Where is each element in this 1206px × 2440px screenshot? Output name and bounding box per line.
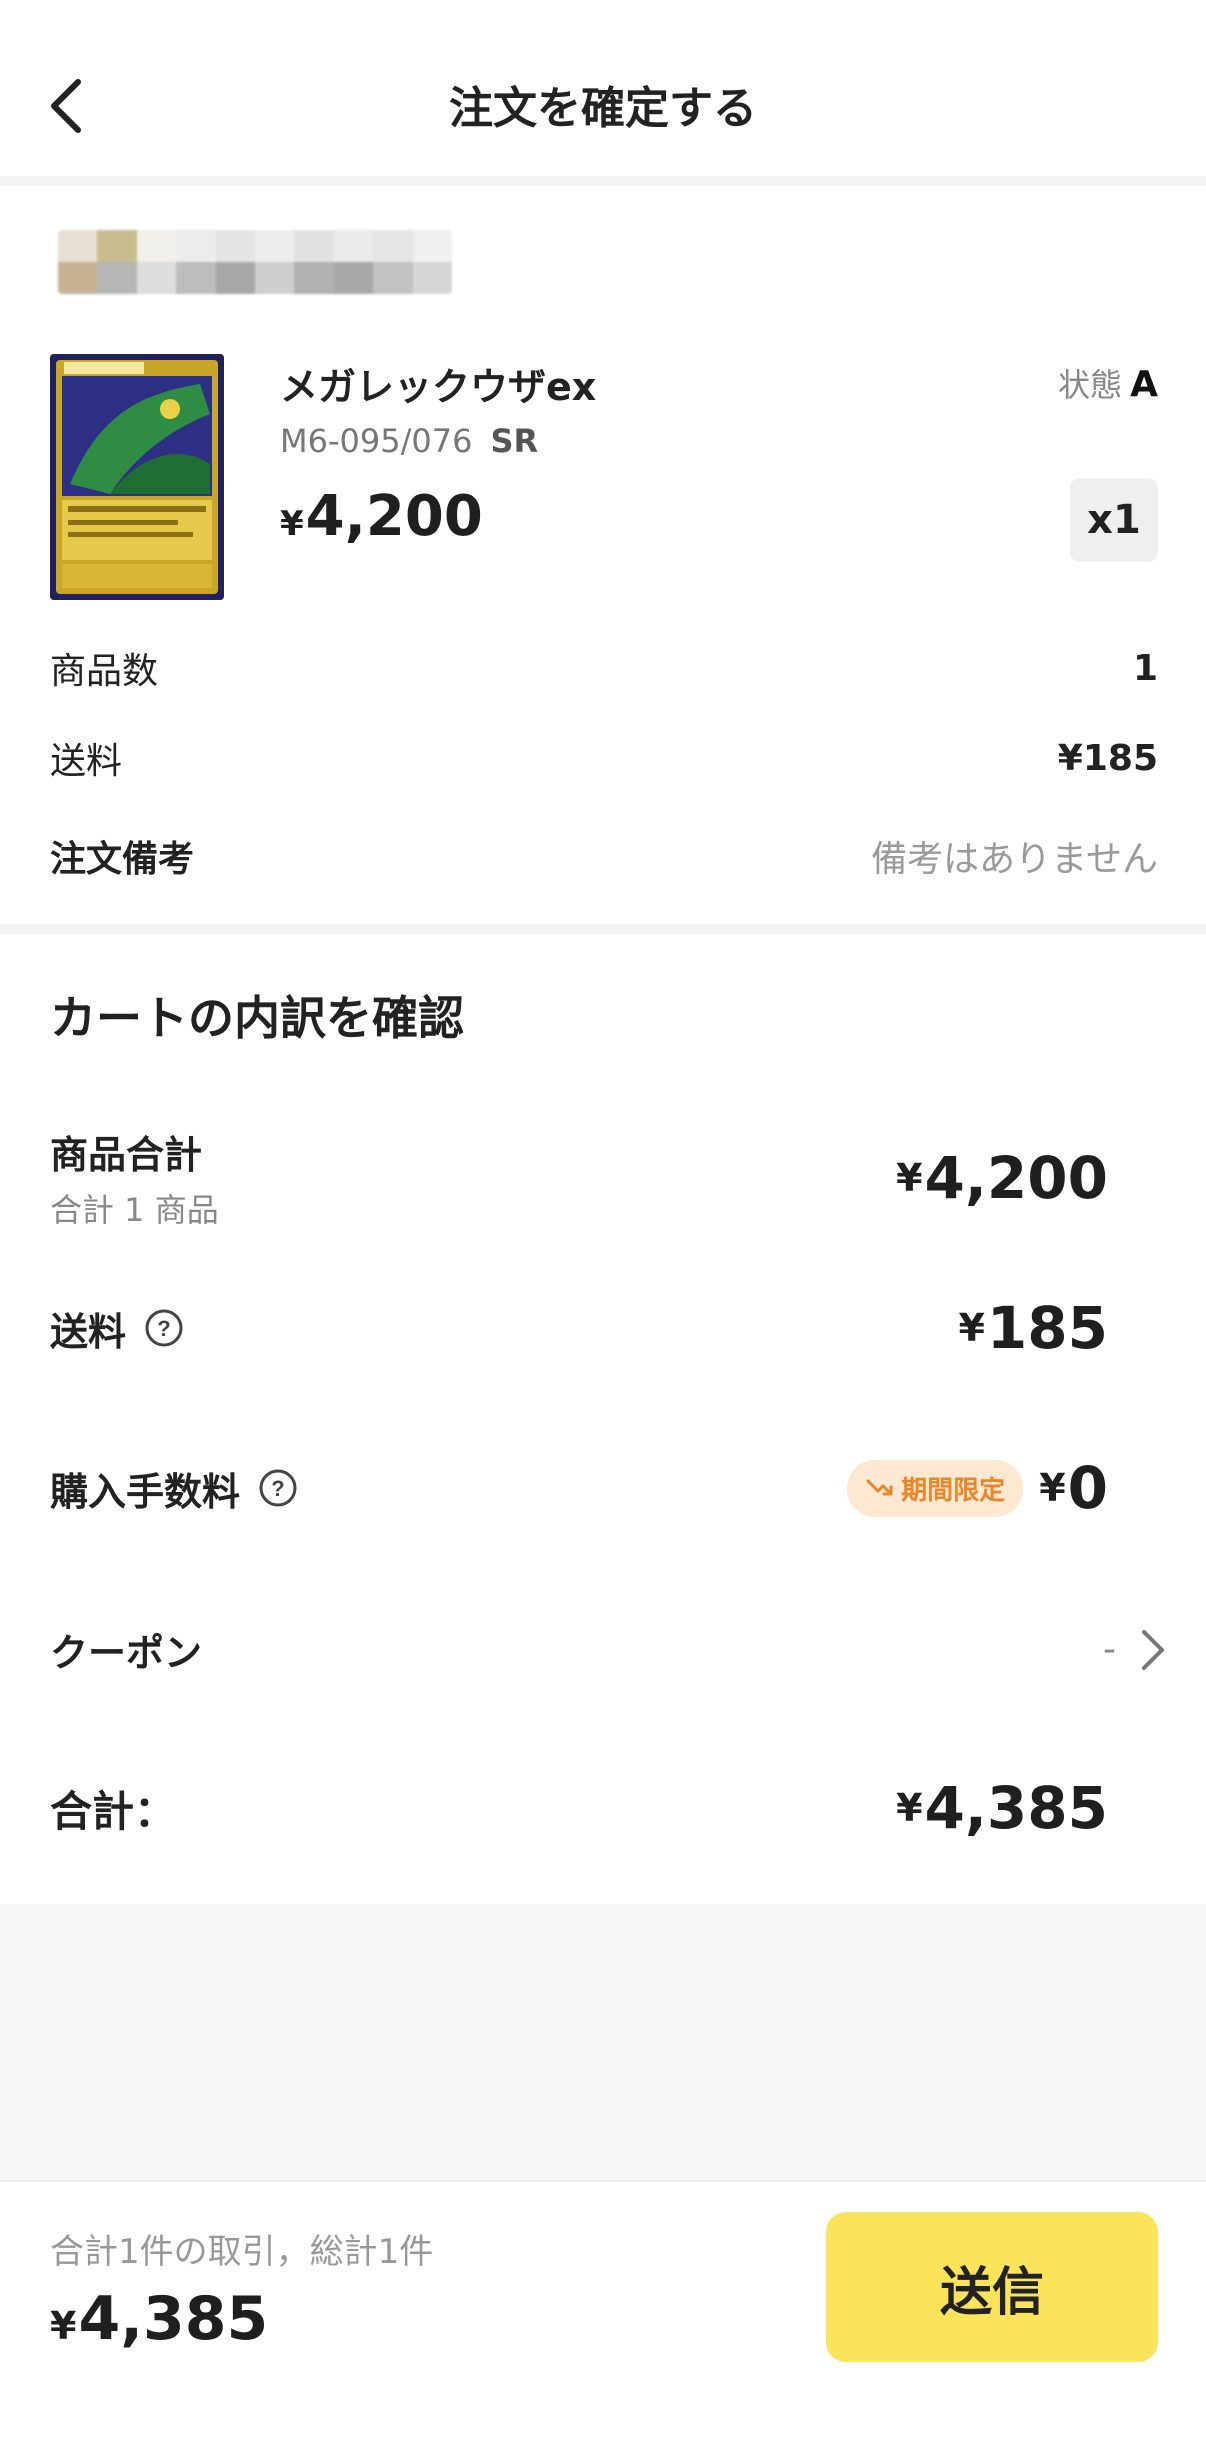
- limited-time-text: 期間限定: [901, 1475, 1006, 1506]
- order-note-label: 注文備考: [50, 839, 195, 880]
- submit-button[interactable]: 送信: [826, 2212, 1158, 2362]
- bottom-checkout-bar: 合計1件の取引，総計1件 ¥4,385 送信: [0, 2180, 1206, 2440]
- order-note-value: 備考はありません: [871, 839, 1158, 880]
- limited-time-badge: 期間限定: [847, 1459, 1024, 1517]
- shipping-fee-value: ¥185: [958, 1294, 1108, 1362]
- coupon-label: クーポン: [50, 1631, 203, 1675]
- purchase-fee-row: 購入手数料 ? 期間限定 ¥0: [50, 1454, 1108, 1522]
- condition-grade: A: [1130, 364, 1158, 405]
- quantity-badge: x1: [1070, 478, 1158, 562]
- shipping-fee-row: 送料 ? ¥185: [50, 1294, 1108, 1362]
- header: 注文を確定する: [0, 0, 1206, 176]
- currency-symbol: ¥: [280, 504, 304, 544]
- coupon-value-group: -: [1103, 1628, 1166, 1672]
- subtotal-sub: 合計 1 商品: [50, 1191, 219, 1229]
- shipping-fee-amount: 185: [986, 1294, 1108, 1362]
- divider: [0, 176, 1206, 186]
- total-row: 合計： ¥4,385: [50, 1774, 1108, 1842]
- product-rarity: SR: [490, 422, 539, 460]
- svg-text:?: ?: [157, 1316, 170, 1341]
- total-amount: 4,385: [924, 1774, 1108, 1842]
- shipping-fee-label-group: 送料 ?: [50, 1301, 184, 1356]
- subtotal-value: ¥4,200: [896, 1144, 1108, 1212]
- currency-symbol: ¥: [50, 2304, 77, 2348]
- total-value: ¥4,385: [896, 1774, 1108, 1842]
- subtotal-row: 商品合計 合計 1 商品 ¥4,200: [50, 1124, 1108, 1231]
- shipping-label: 送料: [50, 741, 123, 782]
- purchase-fee-label-group: 購入手数料 ?: [50, 1461, 298, 1516]
- svg-text:?: ?: [271, 1476, 284, 1501]
- order-note-row[interactable]: 注文備考 備考はありません: [50, 830, 1158, 882]
- item-count-label: 商品数: [50, 651, 159, 692]
- subtotal-label: 商品合計: [50, 1133, 203, 1177]
- bottom-total-amount: 4,385: [78, 2284, 269, 2354]
- chevron-right-icon: [1142, 1629, 1164, 1670]
- product-price: ¥4,200: [280, 484, 483, 549]
- help-icon[interactable]: ?: [144, 1308, 184, 1348]
- shipping-fee-label: 送料: [50, 1309, 127, 1354]
- currency-symbol: ¥: [1039, 1466, 1066, 1510]
- subtotal-amount: 4,200: [924, 1143, 1108, 1212]
- order-item-section: メガレックウザex M6-095/076 SR ¥4,200 状態 A x1 商品数…: [0, 186, 1206, 924]
- help-icon[interactable]: ?: [258, 1468, 298, 1508]
- purchase-fee-value: 期間限定 ¥0: [847, 1454, 1108, 1522]
- page-title: 注文を確定する: [449, 83, 757, 134]
- trend-down-icon: [866, 1479, 893, 1496]
- total-label: 合計：: [50, 1786, 177, 1836]
- currency-symbol: ¥: [958, 1306, 985, 1350]
- currency-symbol: ¥: [896, 1786, 923, 1830]
- currency-symbol: ¥: [896, 1155, 923, 1200]
- transaction-summary: 合計1件の取引，総計1件: [50, 2232, 434, 2272]
- product-name: メガレックウザex: [280, 365, 597, 409]
- shipping-value: ¥185: [1057, 737, 1158, 779]
- shipping-row: 送料 ¥185: [50, 732, 1158, 784]
- item-count-row: 商品数 1: [50, 642, 1158, 694]
- purchase-fee-label: 購入手数料: [50, 1469, 241, 1514]
- coupon-value: -: [1103, 1629, 1116, 1670]
- purchase-fee-amount: 0: [1067, 1454, 1108, 1522]
- cart-breakdown-section: カートの内訳を確認 商品合計 合計 1 商品 ¥4,200 送料 ? ¥185 …: [0, 934, 1206, 1904]
- product-code: M6-095/076 SR: [280, 422, 538, 460]
- condition: 状態 A: [1058, 360, 1158, 406]
- divider: [0, 924, 1206, 934]
- section-title: カートの内訳を確認: [50, 991, 464, 1045]
- coupon-row[interactable]: クーポン -: [50, 1622, 1166, 1677]
- bottom-total: ¥4,385: [50, 2284, 268, 2354]
- item-count-value: 1: [1132, 647, 1158, 689]
- product-card-image[interactable]: [50, 354, 224, 600]
- product-price-value: 4,200: [305, 484, 483, 549]
- condition-label: 状態: [1058, 366, 1123, 404]
- product-code-text: M6-095/076: [280, 422, 473, 460]
- seller-name-blurred: [58, 230, 452, 294]
